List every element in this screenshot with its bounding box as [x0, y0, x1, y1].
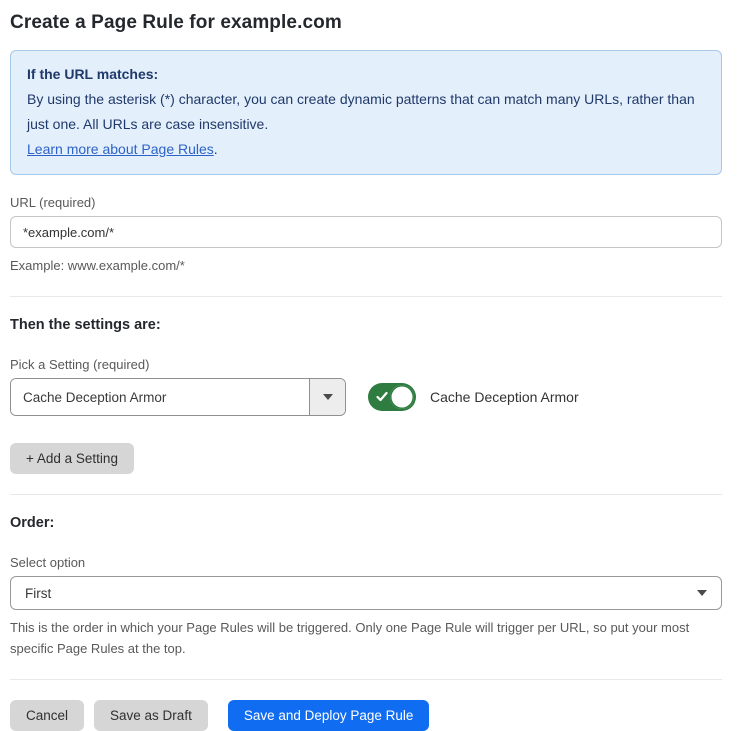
save-and-deploy-button[interactable]: Save and Deploy Page Rule — [228, 700, 430, 731]
order-helper-text: This is the order in which your Page Rul… — [10, 617, 722, 659]
setting-toggle[interactable] — [368, 383, 416, 411]
chevron-down-icon — [697, 590, 707, 596]
order-select-value: First — [25, 586, 51, 601]
url-input[interactable] — [10, 216, 722, 248]
info-box-heading: If the URL matches: — [27, 62, 705, 87]
footer-actions: Cancel Save as Draft Save and Deploy Pag… — [10, 700, 722, 731]
chevron-down-icon — [323, 394, 333, 400]
add-setting-button[interactable]: + Add a Setting — [10, 443, 134, 474]
url-field-helper: Example: www.example.com/* — [10, 255, 722, 276]
order-select[interactable]: First — [10, 576, 722, 610]
toggle-knob — [390, 385, 414, 409]
setting-select-value: Cache Deception Armor — [11, 379, 309, 415]
setting-row: Cache Deception Armor Cache Deception Ar… — [10, 378, 722, 416]
divider — [10, 494, 722, 495]
cancel-button[interactable]: Cancel — [10, 700, 84, 731]
order-select-label: Select option — [10, 555, 722, 570]
setting-toggle-group: Cache Deception Armor — [368, 383, 579, 411]
setting-select-arrow-button[interactable] — [309, 379, 345, 415]
divider — [10, 679, 722, 680]
setting-select[interactable]: Cache Deception Armor — [10, 378, 346, 416]
save-as-draft-button[interactable]: Save as Draft — [94, 700, 208, 731]
setting-picker-label: Pick a Setting (required) — [10, 357, 722, 372]
info-box-link-line: Learn more about Page Rules. — [27, 137, 705, 162]
settings-section-heading: Then the settings are: — [10, 317, 722, 333]
create-page-rule-dialog: Create a Page Rule for example.com If th… — [0, 0, 750, 679]
divider — [10, 296, 722, 297]
url-match-info-box: If the URL matches: By using the asteris… — [10, 50, 722, 175]
order-section-heading: Order: — [10, 515, 722, 531]
link-suffix: . — [214, 141, 218, 157]
learn-more-link[interactable]: Learn more about Page Rules — [27, 141, 214, 157]
page-title: Create a Page Rule for example.com — [10, 12, 722, 34]
info-box-body: By using the asterisk (*) character, you… — [27, 87, 705, 137]
check-icon — [376, 390, 388, 403]
setting-toggle-label: Cache Deception Armor — [430, 389, 579, 405]
url-field-label: URL (required) — [10, 195, 722, 210]
